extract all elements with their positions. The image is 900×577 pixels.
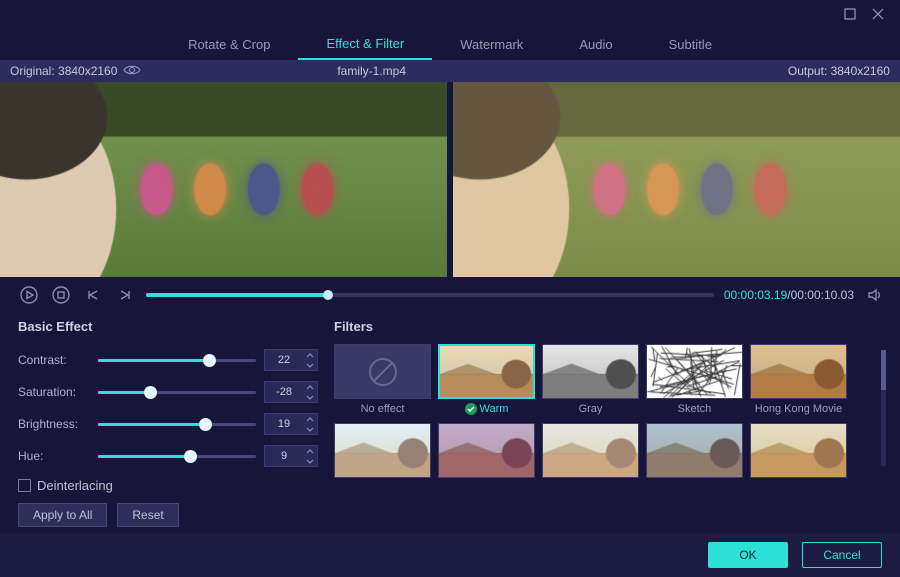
apply-to-all-button[interactable]: Apply to All	[18, 503, 107, 527]
contrast-label: Contrast:	[18, 353, 90, 367]
play-button[interactable]	[18, 284, 40, 306]
filter-item-hong-kong-movie[interactable]: Hong Kong Movie	[750, 344, 847, 416]
chevron-down-icon	[303, 360, 317, 370]
eye-icon[interactable]	[123, 64, 141, 79]
chevron-down-icon	[303, 424, 317, 434]
ok-button[interactable]: OK	[708, 542, 788, 568]
saturation-slider[interactable]	[98, 391, 256, 394]
window-maximize-button[interactable]	[836, 0, 864, 28]
chevron-down-icon	[303, 456, 317, 466]
filters-panel: Filters No effect Warm Gray Sketch Hong Kong…	[334, 319, 884, 527]
footer: OK Cancel	[0, 533, 900, 577]
output-resolution-label: Output: 3840x2160	[788, 64, 890, 78]
reset-button[interactable]: Reset	[117, 503, 178, 527]
seek-slider[interactable]	[146, 293, 714, 297]
check-icon	[465, 403, 477, 415]
filter-label: Hong Kong Movie	[755, 402, 842, 416]
playback-bar: 00:00:03.19/00:00:10.03	[0, 277, 900, 313]
saturation-label: Saturation:	[18, 385, 90, 399]
tab-rotate-crop[interactable]: Rotate & Crop	[160, 28, 298, 60]
deinterlacing-label: Deinterlacing	[37, 478, 113, 493]
preview-row	[0, 82, 900, 277]
chevron-up-icon	[303, 414, 317, 424]
chevron-up-icon	[303, 350, 317, 360]
prev-frame-button[interactable]	[82, 284, 104, 306]
filters-scrollbar[interactable]	[881, 350, 886, 466]
original-resolution-label: Original: 3840x2160	[10, 64, 117, 78]
tab-subtitle[interactable]: Subtitle	[641, 28, 740, 60]
window-close-button[interactable]	[864, 0, 892, 28]
preview-output	[453, 82, 900, 277]
stop-button[interactable]	[50, 284, 72, 306]
filter-label: Warm	[465, 402, 509, 416]
playback-time: 00:00:03.19/00:00:10.03	[724, 288, 854, 302]
tab-watermark[interactable]: Watermark	[432, 28, 551, 60]
tab-effect-filter[interactable]: Effect & Filter	[298, 28, 432, 60]
preview-original	[0, 82, 447, 277]
filter-item-no-effect[interactable]: No effect	[334, 344, 431, 416]
basic-effect-title: Basic Effect	[18, 319, 318, 334]
hue-spinner[interactable]: 9	[264, 445, 318, 467]
filter-item-filter-8[interactable]	[646, 423, 743, 495]
chevron-up-icon	[303, 446, 317, 456]
hue-slider[interactable]	[98, 455, 256, 458]
volume-icon[interactable]	[864, 284, 886, 306]
title-bar	[0, 0, 900, 28]
hue-label: Hue:	[18, 449, 90, 463]
contrast-spinner[interactable]: 22	[264, 349, 318, 371]
brightness-slider[interactable]	[98, 423, 256, 426]
filter-item-warm[interactable]: Warm	[438, 344, 535, 416]
info-bar: Original: 3840x2160 family-1.mp4 Output:…	[0, 60, 900, 82]
filter-label: No effect	[361, 402, 405, 416]
filename-label: family-1.mp4	[337, 64, 406, 78]
chevron-down-icon	[303, 392, 317, 402]
filter-label: Gray	[579, 402, 603, 416]
tab-audio[interactable]: Audio	[551, 28, 640, 60]
filter-label: Sketch	[678, 402, 712, 416]
filter-item-sketch[interactable]: Sketch	[646, 344, 743, 416]
saturation-spinner[interactable]: -28	[264, 381, 318, 403]
filter-item-filter-7[interactable]	[542, 423, 639, 495]
filter-item-filter-5[interactable]	[334, 423, 431, 495]
filter-item-filter-9[interactable]	[750, 423, 847, 495]
next-frame-button[interactable]	[114, 284, 136, 306]
filter-item-filter-6[interactable]	[438, 423, 535, 495]
basic-effect-panel: Basic Effect Contrast: 22 Saturation: -28 Br…	[18, 319, 318, 527]
main-tabs: Rotate & CropEffect & FilterWatermarkAud…	[0, 28, 900, 60]
no-effect-icon	[334, 344, 431, 399]
deinterlacing-checkbox[interactable]	[18, 479, 31, 492]
cancel-button[interactable]: Cancel	[802, 542, 882, 568]
filters-title: Filters	[334, 319, 884, 334]
brightness-label: Brightness:	[18, 417, 90, 431]
chevron-up-icon	[303, 382, 317, 392]
brightness-spinner[interactable]: 19	[264, 413, 318, 435]
filter-item-gray[interactable]: Gray	[542, 344, 639, 416]
contrast-slider[interactable]	[98, 359, 256, 362]
